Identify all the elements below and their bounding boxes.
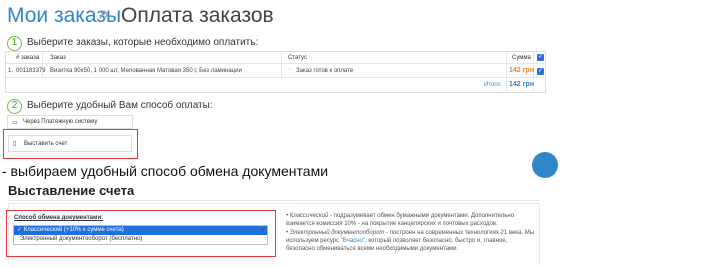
step-1-badge: 1 [7,36,22,51]
document-icon: ▯ [13,141,17,147]
electronic-description: • Электронный документооборот - построен… [286,230,535,252]
invoice-option-label: Выставить счет [24,141,68,147]
invoice-option[interactable]: ▯ Выставить счет [8,135,132,152]
row-index: 1. [8,68,14,74]
total-value: 142 грн [509,81,535,88]
exchange-method-highlight [6,210,276,257]
instruction-caption: - выбираем удобный способ обмена докумен… [2,163,329,179]
classic-description-term: Классический [289,213,329,219]
chat-bubble-icon[interactable] [532,152,558,178]
status-check-icon: ◌ [288,67,292,73]
order-description-cell: Визитка 90х50, 1 000 шт, Мелованная Мато… [50,68,242,74]
step-1-text: Выберите заказы, которые необходимо опла… [27,37,259,48]
page-title: Оплата заказов [121,4,274,27]
step-2-badge: 2 [7,99,22,114]
payment-system-label: Через Платежную систему [23,119,98,125]
order-number-cell: 001183379 [16,68,46,74]
panel-divider [8,200,540,201]
column-header-order-number: # заказа [16,55,40,61]
payment-system-option[interactable]: ▭ Через Платежную систему [7,115,133,129]
invoice-panel-title: Выставление счета [8,183,135,198]
column-header-status: Статус [288,55,307,61]
order-row-checkbox[interactable]: ✓ [537,68,544,75]
step-2-text: Выберите удобный Вам способ оплаты: [27,100,213,111]
classic-description: • Классический - подразумевает обмен бум… [286,213,515,227]
order-status-cell: Заказ готов к оплате [296,68,354,74]
breadcrumb-separator: » [98,3,110,25]
column-header-sum: Сумма [512,55,531,61]
total-label: Итого: [484,82,502,88]
column-header-order: Заказ [50,55,66,61]
select-all-checkbox[interactable]: ✓ [537,54,544,61]
card-icon: ▭ [12,120,18,126]
vchasno-link[interactable]: "Вчасно" [341,238,365,244]
orders-table: # заказа Заказ Статус Сумма ✓ 1. 0011833… [5,51,546,93]
electronic-description-term: Электронный документооборот [289,230,385,236]
order-sum-cell: 142 грн [509,67,535,74]
